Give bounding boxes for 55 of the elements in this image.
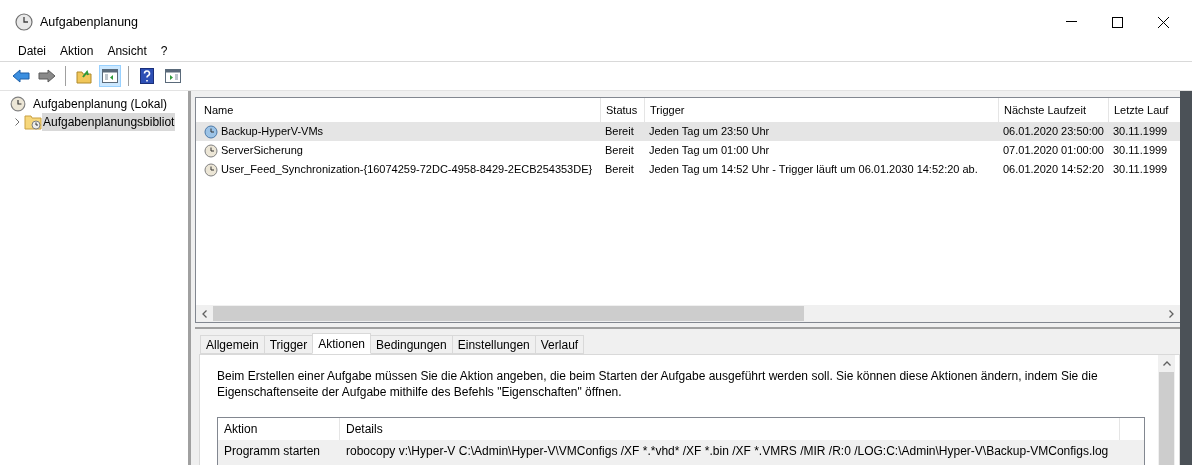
help-icon <box>140 68 154 84</box>
menu-item[interactable]: Aktion <box>53 44 101 58</box>
tree-item[interactable]: Aufgabenplanung (Lokal) <box>32 95 169 113</box>
tab[interactable]: Trigger <box>263 335 314 354</box>
tab[interactable]: Aktionen <box>312 333 371 354</box>
maximize-icon <box>1111 16 1123 28</box>
table-cell: 06.01.2020 23:50:00 <box>1003 125 1104 138</box>
table-cell: 30.11.1999 <box>1113 144 1168 157</box>
menu-item[interactable]: Ansicht <box>100 44 154 58</box>
table-cell: Jeden Tag um 23:50 Uhr <box>649 125 770 138</box>
back-arrow-icon <box>12 69 30 83</box>
scrollbar-thumb[interactable] <box>213 306 804 321</box>
table-row[interactable]: Backup-HyperV-VMs Bereit Jeden Tag um 23:50 Uhr 06.01.2020 23:50:00 30.11.1999 <box>196 122 1180 141</box>
panel-icon <box>165 69 181 83</box>
panel-icon <box>102 69 118 83</box>
tab[interactable]: Allgemein <box>200 335 265 354</box>
table-cell-text: ServerSicherung <box>221 143 303 159</box>
menu-item[interactable]: ? <box>153 44 175 58</box>
tab[interactable]: Verlauf <box>534 335 585 354</box>
table-cell: Jeden Tag um 14:52 Uhr - Trigger läuft um 06.01.2030 14:52:20 ab. <box>649 163 978 176</box>
tree-item[interactable]: Aufgabenplanungsbibliot <box>42 113 176 131</box>
tab[interactable]: Bedingungen <box>370 335 453 354</box>
table-cell: Bereit <box>605 144 634 157</box>
folder-clock-icon <box>24 114 42 130</box>
table-cell: Jeden Tag um 01:00 Uhr <box>649 144 770 157</box>
toolbar-button[interactable] <box>99 65 121 87</box>
description-text: Beim Erstellen einer Aufgabe müssen Sie die Aktion angeben, die beim Starten der Aufgabe ausgeführt werden soll. Sie können diese Aktionen ändern, indem Sie die Eigenschaftenseite der Aufgabe mithilfe des Befehls "Eigenschaften" öffnen. <box>217 368 1099 400</box>
chevron-left-icon <box>202 309 207 318</box>
clock-icon <box>204 124 218 139</box>
folder-icon <box>76 68 92 84</box>
table-cell: 06.01.2020 14:52:20 <box>1003 163 1104 176</box>
table-cell: robocopy v:\Hyper-V C:\Admin\Hyper-V\VMConfigs /XF *.*vhd* /XF *.bin /XF *.VMRS /MIR /R:0 /LOG:C:\Admin\Hyper-V\Backup-VMConfigs.log <box>346 444 1109 458</box>
table-cell: 30.11.1999 <box>1113 163 1168 176</box>
table-cell: 07.01.2020 01:00:00 <box>1003 144 1104 157</box>
clock-icon <box>10 96 26 112</box>
table-cell: Programm starten <box>224 444 321 458</box>
forward-arrow-icon <box>38 69 56 83</box>
menu-item[interactable]: Datei <box>11 44 53 58</box>
clock-icon <box>204 143 218 158</box>
clock-icon <box>15 13 33 31</box>
column-header[interactable]: Letzte Lauf <box>1109 98 1180 122</box>
window-title: Aufgabenplanung <box>40 13 138 31</box>
table-cell: Bereit <box>605 163 634 176</box>
chevron-right-icon[interactable] <box>14 118 20 126</box>
table-cell-text: User_Feed_Synchronization-{16074259-72DC-4958-8429-2ECB254353DE} <box>221 162 593 178</box>
chevron-right-icon <box>1169 309 1174 318</box>
chevron-up-icon <box>1162 361 1171 366</box>
table-cell-text: Backup-HyperV-VMs <box>221 124 324 140</box>
scrollbar-thumb[interactable] <box>1159 372 1174 465</box>
table-cell: Bereit <box>605 125 634 138</box>
tab[interactable]: Einstellungen <box>451 335 536 354</box>
close-icon <box>1157 16 1169 28</box>
table-cell: 30.11.1999 <box>1113 125 1168 138</box>
clock-icon <box>204 162 218 177</box>
minimize-icon <box>1065 21 1077 23</box>
